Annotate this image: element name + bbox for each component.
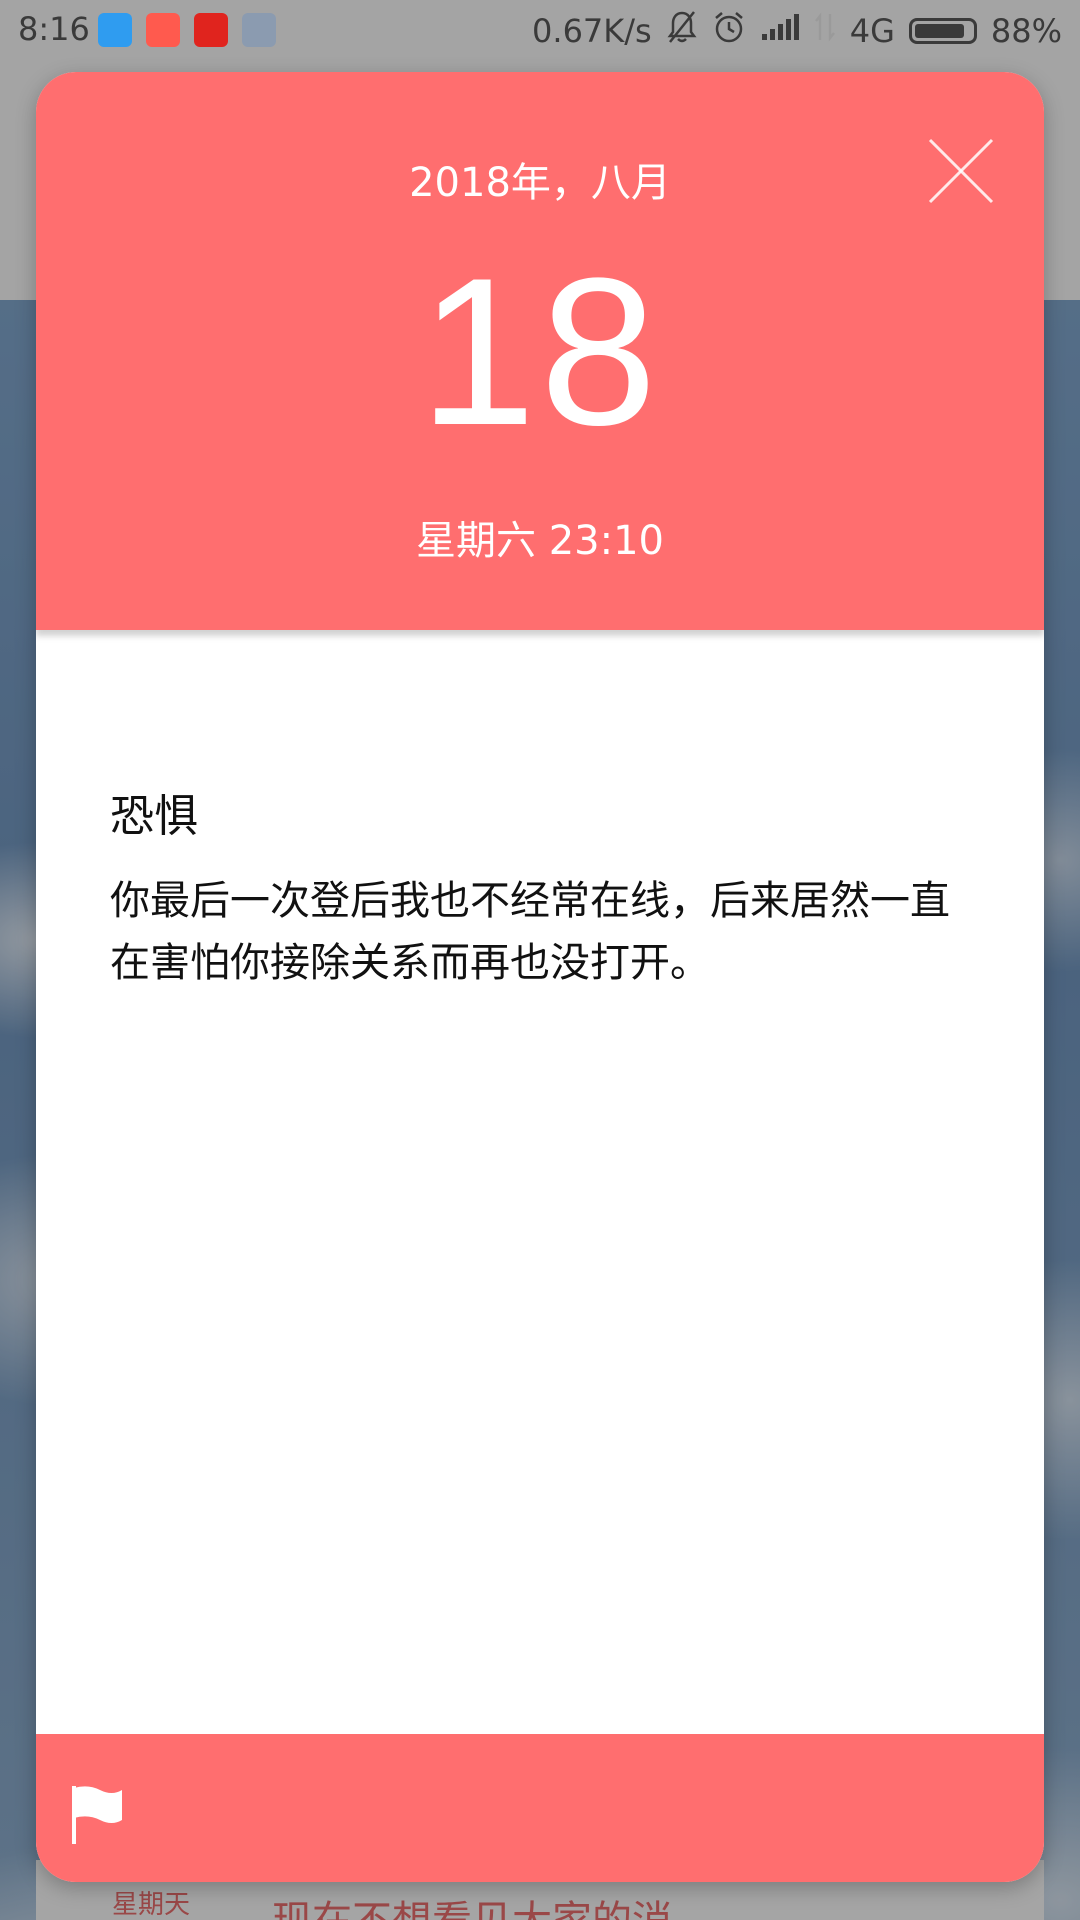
weekday-time-label: 星期六 23:10	[416, 518, 664, 564]
bell-off-icon	[666, 10, 698, 52]
app-notification-icon	[242, 13, 276, 47]
flag-icon	[72, 1786, 122, 1844]
status-bar: 8:16 0.67K/s 4G 88%	[0, 0, 1080, 60]
screen: 星期天 现在不想看见大家的消 8:16 0.67K/s	[0, 0, 1080, 1920]
battery-icon	[908, 18, 977, 44]
app-notification-icon	[194, 13, 228, 47]
data-transfer-icon	[814, 12, 836, 50]
close-icon	[928, 138, 994, 204]
close-button[interactable]	[924, 134, 998, 208]
date-header: 2018年，八月 18 星期六 23:10	[36, 72, 1044, 630]
battery-percent: 88%	[990, 12, 1062, 50]
entry-title: 恐惧	[110, 791, 198, 842]
entry-text: 你最后一次登后我也不经常在线，后来居然一直在害怕你接除关系而再也没打开。	[110, 878, 950, 986]
alarm-icon	[712, 10, 746, 52]
status-right: 0.67K/s 4G 88%	[532, 10, 1062, 52]
card-footer	[36, 1734, 1044, 1882]
flag-button[interactable]	[70, 1784, 126, 1846]
network-type: 4G	[849, 12, 895, 50]
status-time: 8:16	[18, 10, 90, 48]
net-speed: 0.67K/s	[532, 12, 652, 50]
entry-body[interactable]: 恐惧 你最后一次登后我也不经常在线，后来居然一直在害怕你接除关系而再也没打开。	[36, 630, 1044, 1806]
diary-card: 2018年，八月 18 星期六 23:10 恐惧 你最后一次登后我也不经常在线，…	[36, 72, 1044, 1882]
year-month-label: 2018年，八月	[409, 160, 671, 206]
app-notification-icon	[98, 13, 132, 47]
day-number: 18	[419, 234, 661, 469]
notification-icons	[98, 13, 276, 47]
signal-icon	[760, 12, 800, 50]
app-notification-icon	[146, 13, 180, 47]
